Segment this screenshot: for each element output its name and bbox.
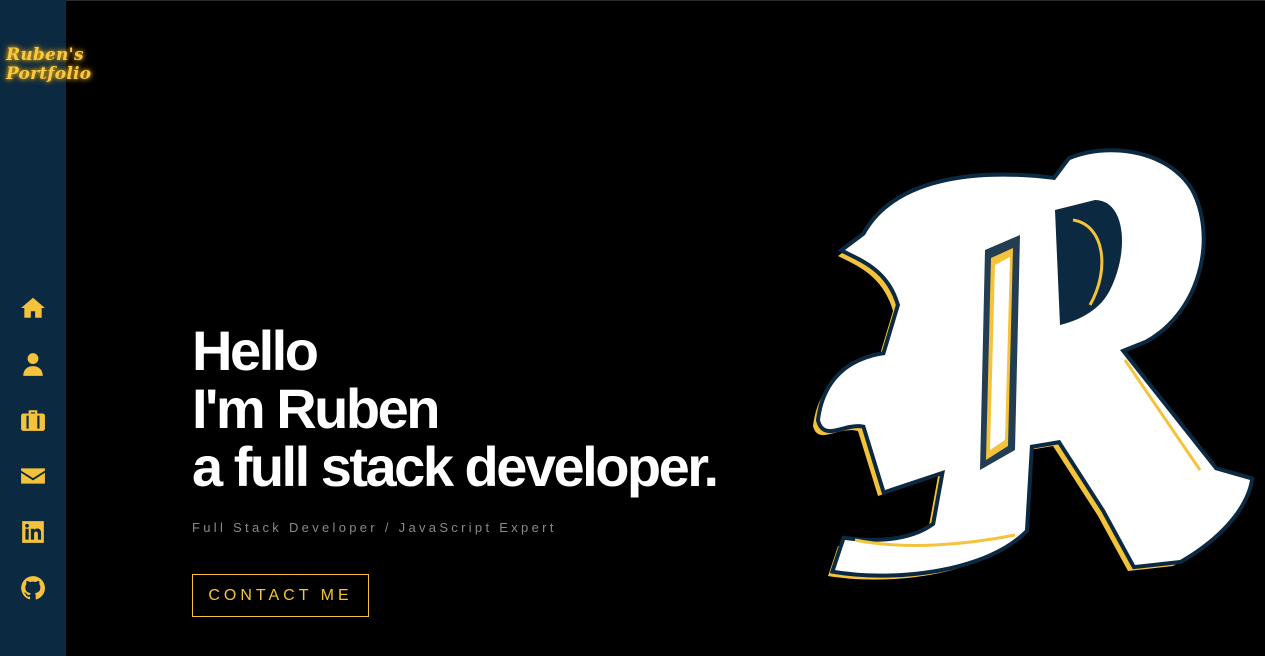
nav-contact[interactable]	[17, 460, 49, 492]
briefcase-icon	[21, 410, 45, 431]
site-logo[interactable]: Ruben's Portfolio	[6, 46, 106, 84]
home-icon	[21, 297, 45, 318]
top-border	[0, 0, 1265, 1]
hero-heading: Hello I'm Ruben a full stack developer.	[192, 319, 719, 498]
sidebar: Ruben's Portfolio	[0, 0, 91, 656]
user-icon	[23, 353, 43, 376]
hero-subtitle: Full Stack Developer / JavaScript Expert	[192, 520, 557, 535]
nav-github[interactable]	[17, 572, 49, 604]
nav-work[interactable]	[17, 404, 49, 436]
logo-line-2: Portfolio	[6, 64, 92, 84]
hero-line-2: I'm Ruben	[192, 377, 440, 440]
blackletter-r-logo	[813, 148, 1255, 580]
nav-about[interactable]	[17, 348, 49, 380]
contact-me-button[interactable]: CONTACT ME	[192, 574, 369, 617]
linkedin-icon	[22, 521, 44, 543]
github-icon	[21, 576, 45, 600]
logo-line-1: Ruben's	[6, 45, 84, 65]
envelope-icon	[21, 468, 45, 484]
nav-home[interactable]	[17, 292, 49, 324]
hero-line-3: a full stack developer.	[192, 435, 719, 498]
nav-linkedin[interactable]	[17, 516, 49, 548]
hero-line-1: Hello	[192, 319, 319, 382]
